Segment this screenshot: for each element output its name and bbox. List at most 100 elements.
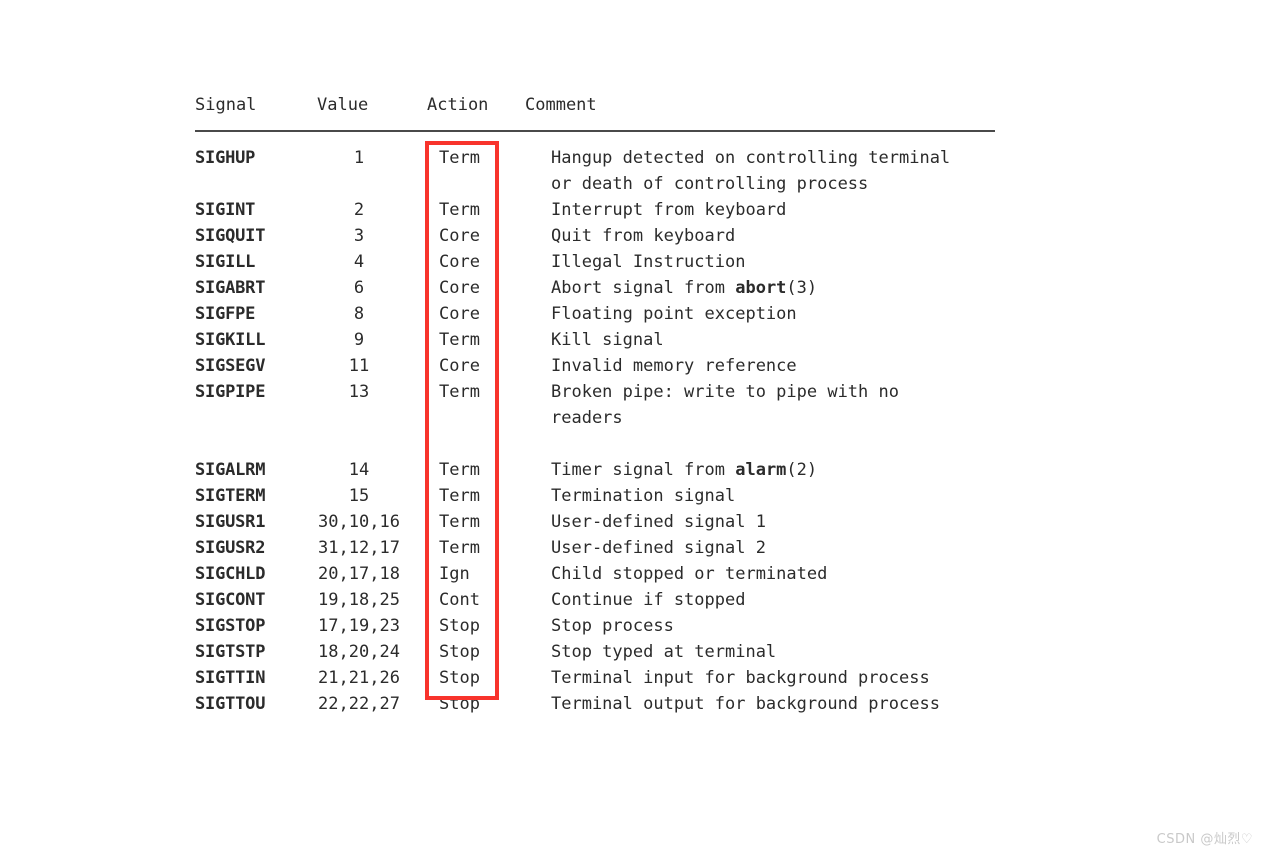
cell-value: 18,20,24 [318,642,400,662]
cell-action: Term [439,330,480,350]
cell-comment: Invalid memory reference [551,356,797,376]
cell-signal: SIGCHLD [195,564,266,584]
csdn-watermark: CSDN @灿烈♡ [1156,832,1253,847]
cell-value: 22,22,27 [318,694,400,714]
table-row: SIGABRT 6 Core Abort signal from abort(3) [195,275,995,301]
table-body: SIGHUP 1 Term Hangup detected on controllin… [195,131,995,717]
cell-signal: SIGUSR1 [195,512,266,532]
cell-action: Stop [439,694,480,714]
cell-comment: Illegal Instruction [551,252,746,272]
cell-signal: SIGTTIN [195,668,266,688]
table-row: SIGCONT 19,18,25 Cont Continue if stopped [195,587,995,613]
cell-value: 3 [353,226,365,246]
cell-value: 2 [353,200,365,220]
cell-value: 13 [348,382,370,402]
cell-value: 1 [353,148,365,168]
cell-value: 21,21,26 [318,668,400,688]
cell-value: 14 [348,460,370,480]
cell-action: Core [439,226,480,246]
cell-comment: Timer signal from alarm(2) [551,460,818,480]
table-header-row: Signal Value Action Comment [195,92,995,131]
cell-value: 30,10,16 [318,512,400,532]
cell-value-empty [317,405,427,431]
cell-signal: SIGSEGV [195,356,266,376]
cell-value: 4 [353,252,365,272]
cell-signal-empty [195,171,317,197]
column-header-comment: Comment [525,95,597,115]
cell-comment: Child stopped or terminated [551,564,828,584]
header-rule-gap [195,131,995,145]
cell-comment-continuation: or death of controlling process [551,174,869,194]
cell-action: Core [439,304,480,324]
cell-action: Core [439,252,480,272]
table-row: SIGALRM 14 Term Timer signal from alarm(2) [195,457,995,483]
cell-signal: SIGKILL [195,330,266,350]
cell-value: 15 [348,486,370,506]
cell-action: Stop [439,668,480,688]
signal-table-container: Signal Value Action Comment SIGHUP 1 Term H… [195,92,1195,717]
cell-value: 8 [353,304,365,324]
cell-value: 6 [353,278,365,298]
cell-value: 31,12,17 [318,538,400,558]
table-row: SIGTTOU 22,22,27 Stop Terminal output for b… [195,691,995,717]
cell-comment: Broken pipe: write to pipe with no [551,382,899,402]
cell-signal-empty [195,405,317,431]
table-row-continuation: readers [195,405,995,431]
cell-comment: Terminal input for background process [551,668,930,688]
cell-comment: Hangup detected on controlling terminal [551,148,951,168]
table-row: SIGINT 2 Term Interrupt from keyboard [195,197,995,223]
spacer [195,131,995,145]
group-separator [195,431,995,457]
cell-comment: User-defined signal 2 [551,538,766,558]
cell-signal: SIGPIPE [195,382,266,402]
cell-comment: Kill signal [551,330,664,350]
table-row: SIGCHLD 20,17,18 Ign Child stopped or termi… [195,561,995,587]
signal-table: Signal Value Action Comment SIGHUP 1 Term H… [195,92,995,717]
man-page-reference: alarm [735,460,787,480]
cell-signal: SIGCONT [195,590,266,610]
cell-action: Term [439,200,480,220]
cell-action: Stop [439,642,480,662]
cell-comment: Quit from keyboard [551,226,736,246]
cell-comment: User-defined signal 1 [551,512,766,532]
table-row: SIGSTOP 17,19,23 Stop Stop process [195,613,995,639]
cell-action: Term [439,512,480,532]
cell-action: Core [439,278,480,298]
table-row: SIGILL 4 Core Illegal Instruction [195,249,995,275]
column-header-signal: Signal [195,95,257,115]
cell-action: Term [439,486,480,506]
table-row: SIGQUIT 3 Core Quit from keyboard [195,223,995,249]
cell-action: Term [439,382,480,402]
cell-comment: Terminal output for background process [551,694,940,714]
cell-comment: Termination signal [551,486,736,506]
cell-value: 9 [353,330,365,350]
cell-action: Ign [439,564,470,584]
cell-comment: Interrupt from keyboard [551,200,787,220]
table-row: SIGUSR2 31,12,17 Term User-defined signal 2 [195,535,995,561]
cell-comment: Stop typed at terminal [551,642,777,662]
cell-action: Cont [439,590,480,610]
table-row: SIGTTIN 21,21,26 Stop Terminal input for ba… [195,665,995,691]
cell-signal: SIGALRM [195,460,266,480]
column-header-value: Value [317,95,369,115]
table-row: SIGHUP 1 Term Hangup detected on controllin… [195,145,995,171]
cell-comment: Floating point exception [551,304,797,324]
table-row: SIGTERM 15 Term Termination signal [195,483,995,509]
cell-action: Term [439,538,480,558]
table-header: Signal Value Action Comment [195,92,995,131]
cell-action: Term [439,148,480,168]
cell-value: 17,19,23 [318,616,400,636]
table-row: SIGTSTP 18,20,24 Stop Stop typed at termina… [195,639,995,665]
cell-comment-continuation: readers [551,408,623,428]
cell-comment: Stop process [551,616,674,636]
cell-signal: SIGTTOU [195,694,266,714]
cell-signal: SIGFPE [195,304,256,324]
cell-signal: SIGSTOP [195,616,266,636]
cell-signal: SIGHUP [195,148,256,168]
cell-signal: SIGABRT [195,278,266,298]
spacer [195,431,995,457]
cell-comment: Abort signal from abort(3) [551,278,818,298]
column-header-action: Action [427,95,489,115]
cell-value-empty [317,171,427,197]
table-row: SIGKILL 9 Term Kill signal [195,327,995,353]
